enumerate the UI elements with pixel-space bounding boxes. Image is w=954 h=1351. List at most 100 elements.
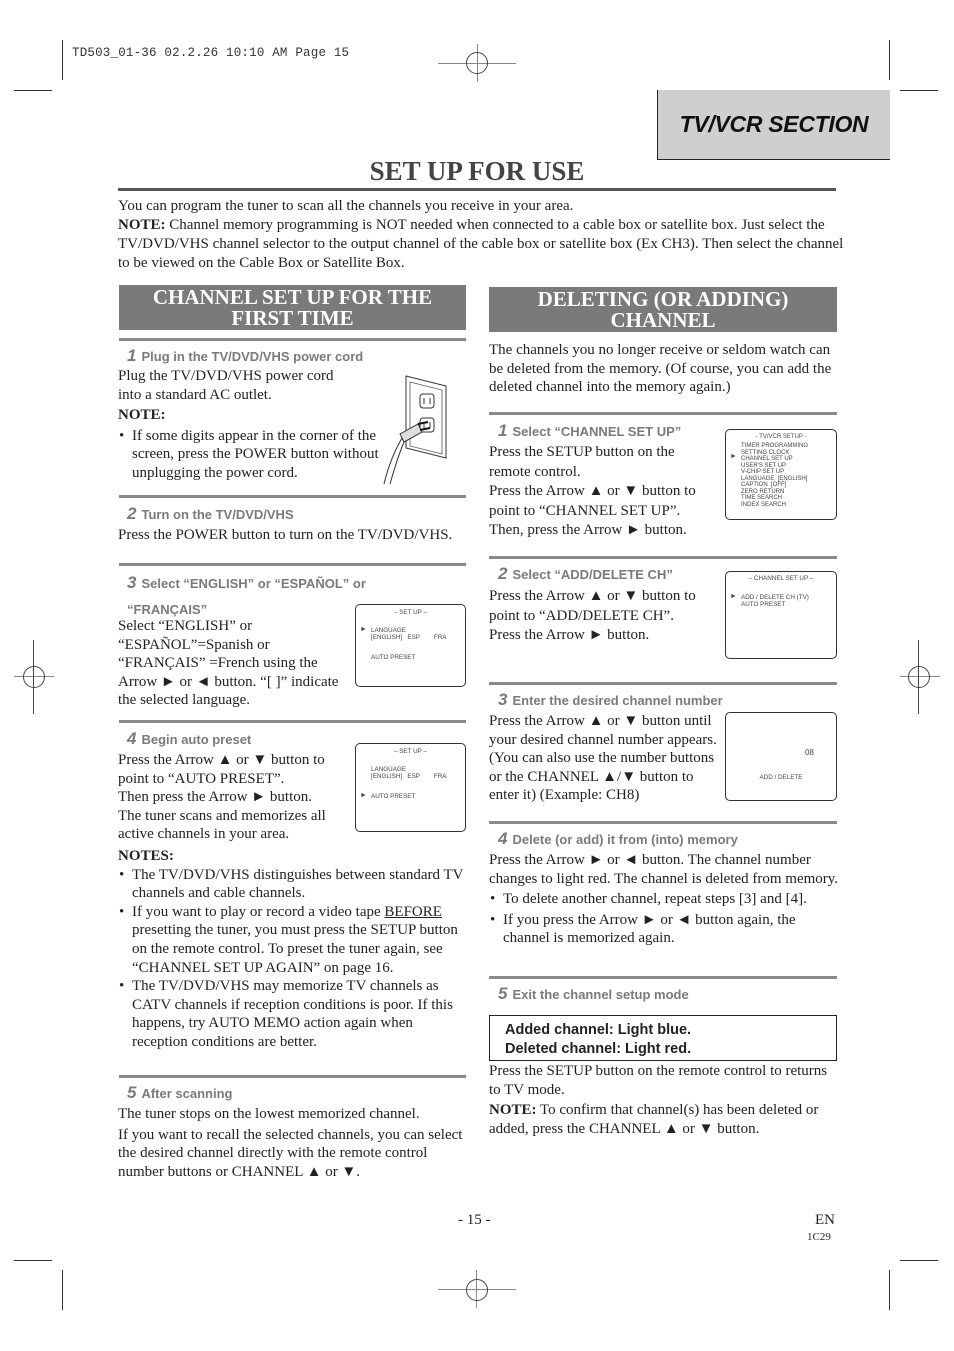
right-step-2-title: 2 Select “ADD/DELETE CH” bbox=[498, 564, 673, 584]
osd-title: – CHANNEL SET UP – bbox=[748, 575, 814, 582]
bullet-emphasis: BEFORE bbox=[384, 903, 442, 920]
body-line: Select “ENGLISH” or “ESPAÑOL”=Spanish or… bbox=[118, 618, 339, 709]
osd-label: ADD / DELETE bbox=[759, 774, 803, 781]
intro-line: You can program the tuner to scan all th… bbox=[118, 198, 574, 214]
note-bullet: If some digits appear in the corner of t… bbox=[119, 427, 387, 483]
step-number: 2 bbox=[498, 564, 508, 583]
right-step-5-body: Press the SETUP button on the remote con… bbox=[489, 1062, 839, 1138]
step-2-title: 2 Turn on the TV/DVD/VHS bbox=[127, 504, 294, 524]
step-number: 5 bbox=[127, 1083, 137, 1102]
step-5-title: 5 After scanning bbox=[127, 1083, 232, 1103]
note-bullet: The TV/DVD/VHS may memorize TV channels … bbox=[119, 977, 466, 1051]
osd-title: – SET UP – bbox=[393, 609, 428, 616]
step-4-title: 4 Begin auto preset bbox=[127, 729, 251, 749]
note-bullet: The TV/DVD/VHS distinguishes between sta… bbox=[119, 866, 466, 903]
page-title: SET UP FOR USE bbox=[369, 156, 585, 186]
osd-setup-language: – SET UP – ► LANGUAGE [ENGLISH] ESP FRA … bbox=[355, 604, 466, 687]
crop-mark bbox=[889, 1270, 890, 1310]
step-number: 4 bbox=[498, 829, 508, 848]
right-step-5-title: 5 Exit the channel setup mode bbox=[498, 984, 689, 1004]
body-line: Press the Arrow ► or ◄ button. The chann… bbox=[489, 852, 839, 887]
osd-item: [ENGLISH] ESP FRA bbox=[371, 773, 447, 780]
step-title-text: Plug in the TV/DVD/VHS power cord bbox=[141, 349, 364, 364]
document-code: 1C29 bbox=[807, 1231, 831, 1243]
step-title-text: After scanning bbox=[141, 1086, 233, 1101]
note-label: NOTE: bbox=[118, 407, 166, 424]
osd-item: INDEX SEARCH bbox=[741, 501, 787, 508]
body-line: Press the Arrow ▲ or ▼ button to point t… bbox=[489, 588, 696, 624]
osd-setup-auto-preset: – SET UP – LANGUAGE [ENGLISH] ESP FRA ► … bbox=[355, 743, 466, 832]
body-line: Plug the TV/DVD/VHS power cord bbox=[118, 368, 334, 384]
crop-mark bbox=[14, 1260, 52, 1261]
body-line: Press the Arrow ► button. bbox=[489, 627, 650, 643]
section-tab: TV/VCR SECTION bbox=[657, 90, 890, 160]
heading-line: FIRST TIME bbox=[231, 306, 354, 330]
step-5-body: The tuner stops on the lowest memorized … bbox=[118, 1105, 463, 1181]
step-title-text: Begin auto preset bbox=[141, 732, 252, 747]
crop-mark bbox=[900, 1260, 938, 1261]
body-line: Press the Arrow ▲ or ▼ button to point t… bbox=[118, 752, 325, 787]
legend-deleted: Deleted channel: Light red. bbox=[505, 1041, 692, 1057]
body-line: into a standard AC outlet. bbox=[118, 386, 272, 403]
pointer-icon: ► bbox=[730, 593, 737, 600]
step-number: 5 bbox=[498, 984, 508, 1003]
right-section-heading: DELETING (OR ADDING) CHANNEL bbox=[489, 287, 837, 332]
bullet: If you press the Arrow ► or ◄ button aga… bbox=[490, 911, 839, 948]
right-step-4-body: Press the Arrow ► or ◄ button. The chann… bbox=[489, 851, 839, 948]
divider bbox=[119, 563, 466, 566]
right-step-3-body: Press the Arrow ▲ or ▼ button until your… bbox=[489, 712, 725, 805]
divider bbox=[119, 495, 466, 498]
heading-line: CHANNEL SET UP FOR THE bbox=[152, 285, 433, 309]
crop-mark bbox=[14, 90, 52, 91]
crop-mark bbox=[62, 1270, 63, 1310]
divider bbox=[119, 1075, 466, 1078]
step-number: 1 bbox=[127, 346, 137, 365]
body-line: The tuner scans and memorizes all active… bbox=[118, 807, 326, 843]
step-title-text: Turn on the TV/DVD/VHS bbox=[141, 507, 294, 522]
bullet-text: presetting the tuner, you must press the… bbox=[132, 922, 458, 976]
note-bullet: If you want to play or record a video ta… bbox=[119, 903, 466, 977]
divider bbox=[489, 556, 837, 559]
power-outlet-illustration bbox=[380, 372, 450, 487]
note-text: Channel memory programming is NOT needed… bbox=[118, 217, 844, 271]
divider bbox=[489, 821, 837, 824]
step-3-title: 3 Select “ENGLISH” or “ESPAÑOL” or “FRANÇ… bbox=[127, 570, 366, 623]
page-number: - 15 - bbox=[458, 1212, 491, 1228]
body-line: Then, press the Arrow ► button. bbox=[489, 522, 687, 538]
step-number: 3 bbox=[498, 690, 508, 709]
body-line: Press the POWER button to turn on the TV… bbox=[118, 527, 453, 543]
osd-add-delete: 08 ADD / DELETE bbox=[725, 712, 837, 801]
divider bbox=[489, 976, 837, 979]
channel-number: 08 bbox=[805, 748, 814, 757]
body-line: Press the Arrow ▲ or ▼ button until your… bbox=[489, 713, 717, 804]
right-step-1-body: Press the SETUP button on the remote con… bbox=[489, 443, 714, 541]
divider bbox=[489, 412, 837, 415]
body-line: The tuner stops on the lowest memorized … bbox=[118, 1106, 420, 1122]
crop-mark bbox=[62, 40, 63, 80]
step-2-body: Press the POWER button to turn on the TV… bbox=[118, 526, 468, 545]
osd-item: AUTO PRESET bbox=[371, 654, 416, 661]
osd-channel-setup: – CHANNEL SET UP – ► ADD / DELETE CH (TV… bbox=[725, 571, 837, 659]
note-label: NOTE: bbox=[489, 1102, 537, 1119]
right-intro: The channels you no longer receive or se… bbox=[489, 341, 839, 397]
step-title-text: Select “ENGLISH” or “ESPAÑOL” or bbox=[141, 576, 366, 591]
body-line: Press the SETUP button on the remote con… bbox=[489, 444, 675, 480]
left-section-heading: CHANNEL SET UP FOR THE FIRST TIME bbox=[119, 285, 466, 330]
step-number: 4 bbox=[127, 729, 137, 748]
pointer-icon: ► bbox=[360, 626, 367, 633]
step-number: 3 bbox=[127, 573, 137, 592]
print-slug: TD503_01-36 02.2.26 10:10 AM Page 15 bbox=[72, 46, 350, 60]
note-label: NOTE: bbox=[118, 217, 166, 233]
osd-item: [ENGLISH] ESP FRA bbox=[371, 634, 447, 641]
step-4-body: Press the Arrow ▲ or ▼ button to point t… bbox=[118, 751, 348, 844]
note-text: To confirm that channel(s) has been dele… bbox=[489, 1102, 819, 1137]
crop-mark bbox=[889, 40, 890, 80]
step-title-text: Select “ADD/DELETE CH” bbox=[512, 567, 673, 582]
body-line: The channels you no longer receive or se… bbox=[489, 342, 832, 396]
right-step-3-title: 3 Enter the desired channel number bbox=[498, 690, 723, 710]
pointer-icon: ► bbox=[730, 453, 737, 460]
step-1-body: Plug the TV/DVD/VHS power cord into a st… bbox=[118, 367, 388, 483]
notes-label: NOTES: bbox=[118, 848, 174, 864]
intro: You can program the tuner to scan all th… bbox=[118, 197, 848, 273]
step-title-text: Exit the channel setup mode bbox=[512, 987, 689, 1002]
